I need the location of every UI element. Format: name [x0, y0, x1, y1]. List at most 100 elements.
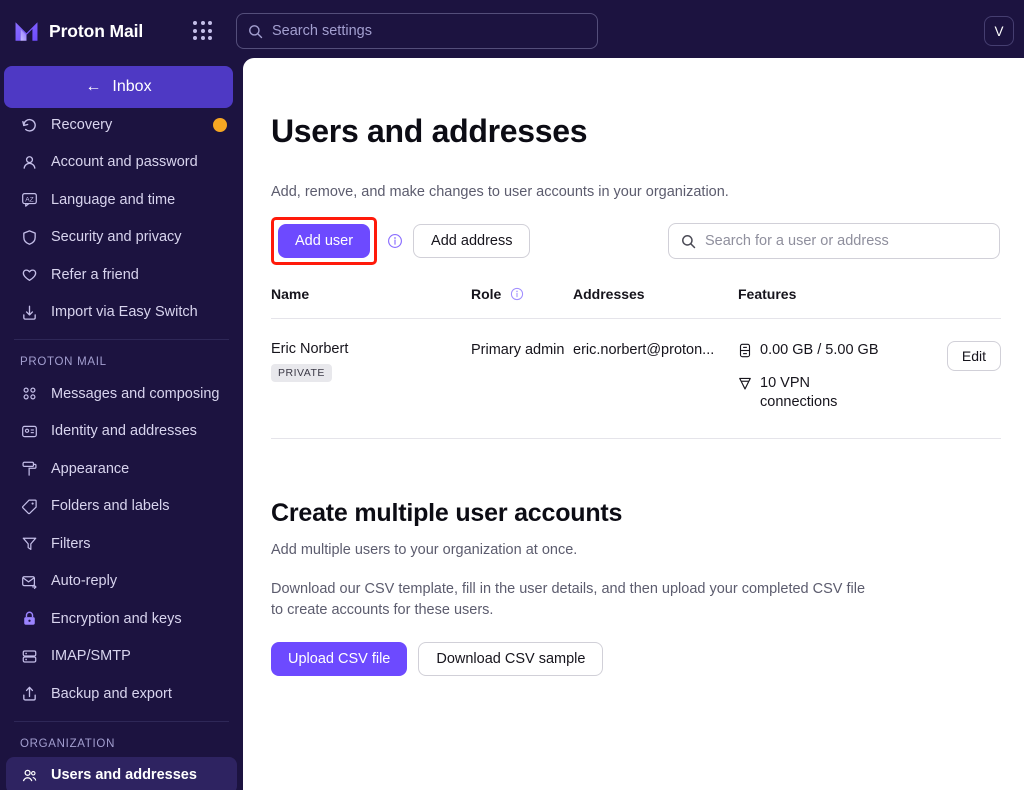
sidebar-item-auto-reply[interactable]: Auto-reply: [6, 563, 237, 601]
svg-text:AZ: AZ: [25, 197, 33, 204]
sidebar-item-users-and-addresses[interactable]: Users and addresses: [6, 756, 237, 790]
user-icon: [20, 153, 39, 172]
server-icon: [20, 647, 39, 666]
page-title: Users and addresses: [271, 113, 588, 149]
sidebar-item-imap-smtp[interactable]: IMAP/SMTP: [6, 638, 237, 676]
sidebar-item-backup-and-export[interactable]: Backup and export: [6, 675, 237, 713]
recovery-icon: [20, 115, 39, 134]
column-header-role: Role: [471, 286, 573, 318]
inbox-back-button[interactable]: ← Inbox: [4, 66, 233, 108]
sidebar-item-label: Account and password: [51, 154, 198, 171]
storage-icon: [738, 343, 753, 364]
feature-vpn: 10 VPN connections: [738, 374, 908, 412]
column-header-name: Name: [271, 286, 310, 302]
column-header-features: Features: [738, 286, 797, 302]
import-icon: [20, 303, 39, 322]
cell-address: eric.norbert@proton...: [573, 341, 738, 359]
sidebar-item-account-and-password[interactable]: Account and password: [6, 144, 237, 182]
role-info-icon[interactable]: [510, 287, 524, 304]
paint-roller-icon: [20, 459, 39, 478]
cell-role: Primary admin: [471, 342, 565, 358]
sidebar-item-label: Identity and addresses: [51, 423, 197, 440]
add-address-button[interactable]: Add address: [413, 224, 531, 258]
shield-icon: [20, 228, 39, 247]
sidebar-scroll-area[interactable]: Recovery Account and password AZ Languag…: [0, 62, 243, 790]
vpn-icon: [738, 376, 753, 397]
search-settings-placeholder: Search settings: [272, 23, 372, 39]
table-header-row: Name Role Addresses Features: [271, 286, 1001, 318]
inbox-label: Inbox: [112, 78, 152, 95]
search-icon: [682, 234, 696, 248]
upload-box-icon: [20, 684, 39, 703]
language-icon: AZ: [20, 190, 39, 209]
sidebar-item-label: IMAP/SMTP: [51, 648, 131, 665]
search-settings-input[interactable]: Search settings: [236, 13, 598, 49]
sidebar-item-label: Recovery: [51, 116, 113, 133]
bulk-section-title: Create multiple user accounts: [271, 499, 623, 527]
sidebar-item-refer-a-friend[interactable]: Refer a friend: [6, 256, 237, 294]
sidebar-item-identity-and-addresses[interactable]: Identity and addresses: [6, 413, 237, 451]
sidebar-divider-1: [14, 339, 229, 340]
column-header-role-label: Role: [471, 286, 502, 302]
sidebar-item-label: Filters: [51, 535, 91, 552]
sidebar-item-label: Security and privacy: [51, 229, 182, 246]
sidebar-item-recovery[interactable]: Recovery: [6, 106, 237, 144]
sidebar-item-language-and-time[interactable]: AZ Language and time: [6, 181, 237, 219]
feature-storage-text: 0.00 GB / 5.00 GB: [760, 342, 879, 358]
sidebar-item-appearance[interactable]: Appearance: [6, 450, 237, 488]
top-bar: Proton Mail Search settings V: [0, 0, 1024, 62]
status-badge: PRIVATE: [271, 364, 332, 382]
sidebar-item-label: Folders and labels: [51, 498, 170, 515]
sidebar-item-label: Users and addresses: [51, 767, 197, 784]
upload-csv-button[interactable]: Upload CSV file: [271, 642, 408, 676]
user-name: Eric Norbert: [271, 341, 349, 357]
add-user-info-icon[interactable]: [387, 233, 403, 249]
lock-icon: [20, 609, 39, 628]
users-toolbar: Add user Add address Search for a user o…: [271, 217, 1000, 265]
sidebar-item-label: Backup and export: [51, 685, 172, 702]
create-multiple-users-section: Create multiple user accounts Add multip…: [271, 499, 1000, 676]
sidebar-item-label: Encryption and keys: [51, 610, 182, 627]
users-icon: [20, 766, 39, 785]
sidebar-item-filters[interactable]: Filters: [6, 525, 237, 563]
cell-features: 0.00 GB / 5.00 GB 10 VPN connections: [738, 341, 908, 412]
sidebar-item-messages-and-composing[interactable]: Messages and composing: [6, 375, 237, 413]
proton-mail-logo-icon: [15, 21, 38, 41]
sidebar-group-organization: ORGANIZATION: [20, 737, 116, 750]
avatar[interactable]: V: [984, 16, 1014, 46]
sidebar-item-security-and-privacy[interactable]: Security and privacy: [6, 219, 237, 257]
sidebar-item-import-via-easy-switch[interactable]: Import via Easy Switch: [6, 294, 237, 332]
main-content-panel: Users and addresses Add, remove, and mak…: [243, 58, 1024, 790]
brand[interactable]: Proton Mail: [13, 18, 173, 45]
tag-icon: [20, 497, 39, 516]
sidebar-item-folders-and-labels[interactable]: Folders and labels: [6, 488, 237, 526]
user-search-placeholder: Search for a user or address: [705, 233, 889, 249]
sidebar-item-label: Refer a friend: [51, 266, 139, 283]
column-header-addresses: Addresses: [573, 286, 645, 302]
user-address: eric.norbert@proton...: [573, 342, 715, 358]
sidebar-divider-2: [14, 720, 229, 722]
sidebar-item-label: Import via Easy Switch: [51, 304, 198, 321]
sidebar-item-encryption-and-keys[interactable]: Encryption and keys: [6, 600, 237, 638]
column-header-actions: [908, 286, 1001, 300]
table-row: Eric Norbert PRIVATE Primary admin eric.…: [271, 319, 1001, 438]
recovery-warning-badge: [213, 117, 227, 132]
download-csv-sample-button[interactable]: Download CSV sample: [418, 642, 604, 676]
add-user-highlight-annotation: Add user: [271, 217, 378, 265]
feature-storage: 0.00 GB / 5.00 GB: [738, 341, 908, 364]
heart-icon: [20, 265, 39, 284]
search-icon: [249, 24, 263, 38]
user-search-input[interactable]: Search for a user or address: [668, 223, 1000, 259]
sidebar-item-label: Auto-reply: [51, 573, 118, 590]
edit-user-button[interactable]: Edit: [946, 341, 1001, 371]
grid-dots-icon: [20, 384, 39, 403]
bulk-paragraph-1: Add multiple users to your organization …: [271, 542, 578, 558]
proton-settings-window: Proton Mail Search settings V Recovery A…: [0, 0, 1024, 790]
sidebar-item-label: Messages and composing: [51, 385, 220, 402]
sidebar-group-proton-mail: PROTON MAIL: [20, 356, 107, 368]
apps-grid-icon[interactable]: [190, 18, 216, 44]
id-card-icon: [20, 422, 39, 441]
sidebar-item-label: Appearance: [51, 460, 130, 477]
users-table: Name Role Addresses Features Eric Norber…: [271, 286, 1001, 439]
add-user-button[interactable]: Add user: [278, 224, 371, 258]
